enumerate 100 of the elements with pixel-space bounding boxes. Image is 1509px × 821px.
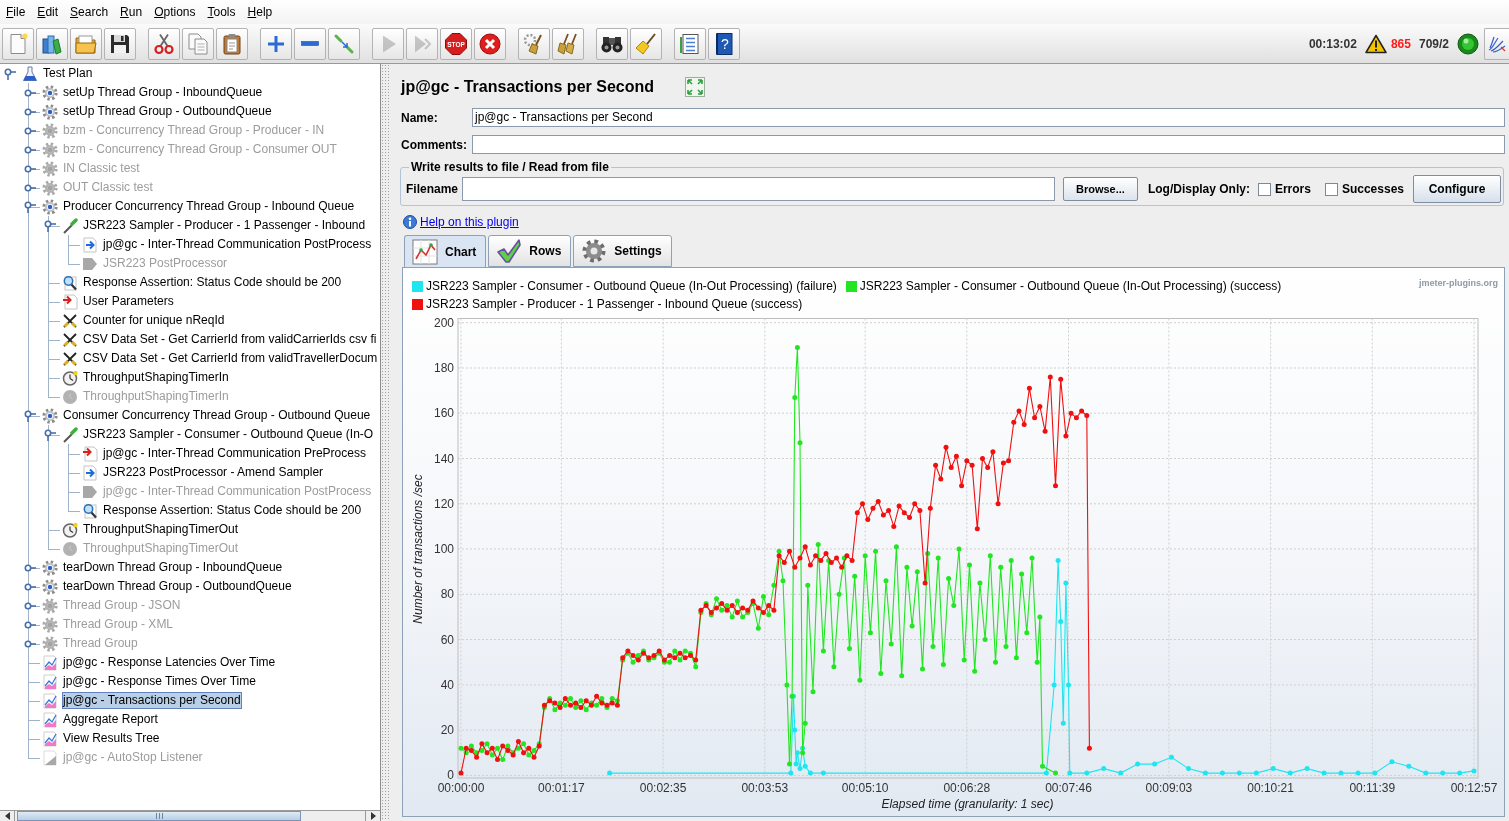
- right-arrow-icon[interactable]: [370, 812, 376, 820]
- legend-label: JSR223 Sampler - Consumer - Outbound Queue (In-Out Processing) (success): [859, 278, 1282, 295]
- tree-toggle-icon[interactable]: [24, 200, 36, 213]
- tree-item[interactable]: Test Plan: [42, 65, 94, 82]
- collapse-button[interactable]: [294, 27, 326, 60]
- tree-toggle-icon[interactable]: [4, 67, 16, 80]
- left-arrow-icon[interactable]: [4, 812, 10, 820]
- y-tick-label: 60: [440, 632, 454, 647]
- gear-icon: [42, 578, 58, 595]
- function-helper-button[interactable]: [674, 27, 706, 60]
- clear-all-button[interactable]: [552, 27, 584, 60]
- clock-icon: [62, 369, 78, 386]
- tree-item[interactable]: jp@gc - Response Times Over Time: [62, 673, 257, 690]
- tree-item[interactable]: jp@gc - Transactions per Second: [62, 692, 242, 709]
- warning-count: 865: [1390, 35, 1411, 53]
- tools-icon: [62, 312, 78, 329]
- splitter-handle[interactable]: [381, 64, 390, 821]
- scroll-thumb[interactable]: [17, 811, 301, 821]
- flask-icon: [22, 65, 38, 82]
- info-icon: [403, 214, 417, 229]
- tree-item[interactable]: CSV Data Set - Get CarrierId from validCarrierIds csv fi: [82, 331, 378, 348]
- save-button[interactable]: [104, 27, 136, 60]
- menu-item[interactable]: Tools: [201, 3, 242, 21]
- search-button[interactable]: [596, 27, 628, 60]
- tree-item[interactable]: setUp Thread Group - OutboundQueue: [62, 103, 273, 120]
- filename-field[interactable]: [462, 177, 1055, 201]
- gear-icon: [42, 597, 58, 614]
- tree-item[interactable]: ThroughputShapingTimerIn: [82, 369, 230, 386]
- menu-item[interactable]: Help: [241, 3, 279, 21]
- tree-item[interactable]: CSV Data Set - Get CarrierId from validTravellerDocum: [82, 350, 379, 367]
- menu-item[interactable]: Run: [114, 3, 149, 21]
- tree-item[interactable]: Producer Concurrency Thread Group - Inbound Queue: [62, 198, 356, 215]
- checkbox[interactable]: [1324, 182, 1338, 196]
- y-tick-label: 100: [433, 542, 454, 556]
- tree-item[interactable]: Response Assertion: Status Code should be 200: [102, 502, 363, 519]
- expand-arrows-icon[interactable]: [685, 77, 705, 97]
- arrow-icon: [82, 483, 98, 500]
- configure-button[interactable]: Configure: [1413, 175, 1501, 203]
- expand-button[interactable]: [260, 27, 292, 60]
- tree-item[interactable]: jp@gc - Inter-Thread Communication PostProcess: [102, 236, 373, 253]
- broom-icon: [634, 31, 658, 56]
- toggle-button[interactable]: [328, 27, 360, 60]
- chart-icon: [42, 730, 58, 747]
- tree-item[interactable]: Counter for unique nReqId: [82, 312, 226, 329]
- filename-label: Filename: [406, 181, 460, 198]
- arrow-page-icon: [62, 293, 78, 310]
- tree-item[interactable]: User Parameters: [82, 293, 175, 310]
- text-field[interactable]: jp@gc - Transactions per Second: [472, 108, 1505, 127]
- tree-item[interactable]: jp@gc - Inter-Thread Communication PreProcess: [102, 445, 367, 462]
- browse-button[interactable]: Browse...: [1062, 177, 1138, 201]
- chart-watermark: jmeter-plugins.org: [1419, 277, 1498, 290]
- tab[interactable]: Settings: [573, 235, 672, 267]
- new-button[interactable]: [2, 27, 34, 60]
- tree-item[interactable]: setUp Thread Group - InboundQueue: [62, 84, 264, 101]
- clock-icon: [62, 540, 78, 557]
- y-tick-label: 20: [440, 723, 454, 738]
- menu-item[interactable]: Search: [64, 3, 115, 21]
- magnifier-icon: [62, 274, 78, 291]
- gear-icon: [42, 160, 58, 177]
- tree-item[interactable]: tearDown Thread Group - OutboundQueue: [62, 578, 293, 595]
- brooms-icon: [556, 31, 580, 56]
- close-icon: [478, 31, 502, 56]
- shutdown-button[interactable]: [474, 27, 506, 60]
- tree-item[interactable]: jp@gc - Response Latencies Over Time: [62, 654, 277, 671]
- tree-item[interactable]: Response Assertion: Status Code should be 200: [82, 274, 343, 291]
- x-tick-label: 00:10:21: [1247, 781, 1294, 795]
- y-tick-label: 200: [433, 315, 454, 330]
- tree-toggle-icon[interactable]: [44, 219, 56, 232]
- paste-button[interactable]: [216, 27, 248, 60]
- group-title: Write results to file / Read from file: [410, 160, 610, 175]
- x-tick-label: 00:05:10: [841, 781, 889, 795]
- field-label: Name:: [401, 109, 439, 127]
- x-tick-label: 00:11:39: [1349, 781, 1396, 795]
- x-axis-title: Elapsed time (granularity: 1 sec): [881, 797, 1054, 811]
- text-field[interactable]: [472, 135, 1505, 154]
- clear-button[interactable]: [518, 27, 550, 60]
- menu-item[interactable]: File: [0, 3, 32, 21]
- pipette-icon: [62, 217, 78, 234]
- tree-item[interactable]: Consumer Concurrency Thread Group - Outbound Queue: [62, 407, 372, 424]
- tree-toggle-icon[interactable]: [44, 428, 56, 441]
- tree-item[interactable]: tearDown Thread Group - InboundQueue: [62, 559, 284, 576]
- log-button[interactable]: [1484, 27, 1509, 60]
- cut-button[interactable]: [148, 27, 180, 60]
- tree-item[interactable]: JSR223 Sampler - Consumer - Outbound Queue (In-O: [82, 426, 375, 443]
- elapsed-time: 00:13:02: [1308, 35, 1357, 53]
- tab[interactable]: Rows: [488, 235, 572, 267]
- horizontal-scrollbar[interactable]: [0, 810, 380, 821]
- checkbox[interactable]: [1257, 182, 1271, 196]
- menu-item[interactable]: Options: [148, 3, 202, 21]
- tab[interactable]: Chart: [404, 235, 487, 268]
- y-tick-label: 120: [433, 496, 454, 511]
- tree-item[interactable]: Aggregate Report: [62, 711, 159, 728]
- tree-item[interactable]: View Results Tree: [62, 730, 161, 747]
- templates-button[interactable]: [36, 27, 68, 60]
- tree-item[interactable]: ThroughputShapingTimerOut: [82, 521, 239, 538]
- help-link[interactable]: Help on this plugin: [420, 212, 519, 231]
- menu-item[interactable]: Edit: [31, 3, 65, 21]
- tree-toggle-icon[interactable]: [24, 409, 36, 422]
- tree-item[interactable]: JSR223 Sampler - Producer - 1 Passenger - Inbound: [82, 217, 367, 234]
- tree-item[interactable]: JSR223 PostProcessor - Amend Sampler: [102, 464, 325, 481]
